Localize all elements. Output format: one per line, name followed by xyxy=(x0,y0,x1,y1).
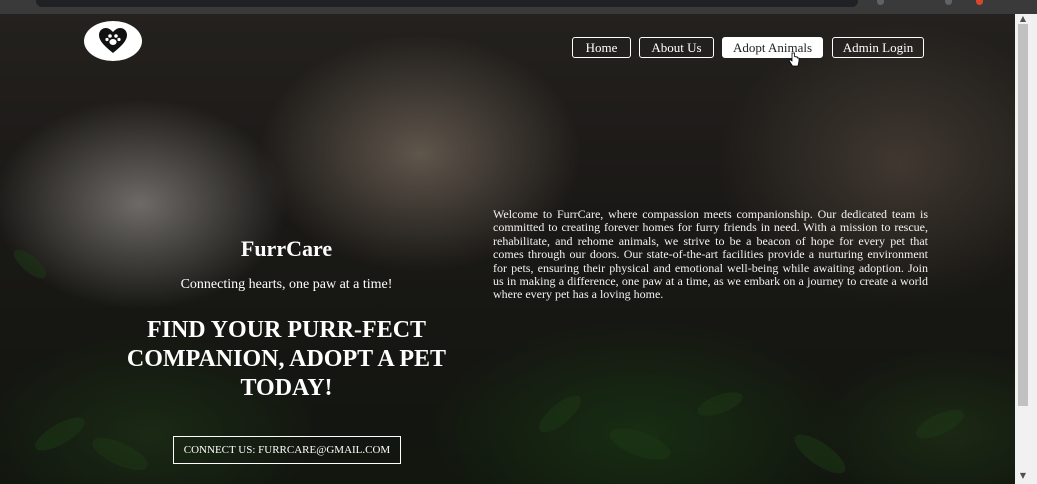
hand-cursor-icon xyxy=(788,52,800,67)
browser-extension-icon[interactable] xyxy=(945,0,952,5)
brand-title: FurrCare xyxy=(240,236,333,261)
nav-about-us[interactable]: About Us xyxy=(639,37,714,58)
scroll-up-icon[interactable]: ▲ xyxy=(1018,15,1028,23)
nav-adopt-animals[interactable]: Adopt Animals xyxy=(722,37,823,58)
address-bar[interactable] xyxy=(36,0,858,7)
about-paragraph: Welcome to FurrCare, where compassion me… xyxy=(493,207,928,302)
browser-chrome xyxy=(0,0,1037,14)
brand-tagline: Connecting hearts, one paw at a time! xyxy=(180,277,393,292)
logo[interactable] xyxy=(84,21,142,61)
hero-headline: FIND YOUR PURR-FECT COMPANION, ADOPT A P… xyxy=(126,317,447,401)
contact-button[interactable]: CONNECT US: FURRCARE@GMAIL.COM xyxy=(173,436,401,464)
scroll-down-icon[interactable]: ▼ xyxy=(1018,472,1028,480)
nav-home[interactable]: Home xyxy=(572,37,631,58)
nav-admin-login[interactable]: Admin Login xyxy=(832,37,924,58)
scrollbar-thumb[interactable] xyxy=(1018,24,1028,406)
scrollbar[interactable]: ▲ ▼ xyxy=(1015,14,1037,484)
browser-profile-icon[interactable] xyxy=(976,0,983,5)
browser-extension-icon[interactable] xyxy=(877,0,884,5)
heart-paw-icon xyxy=(99,28,127,53)
